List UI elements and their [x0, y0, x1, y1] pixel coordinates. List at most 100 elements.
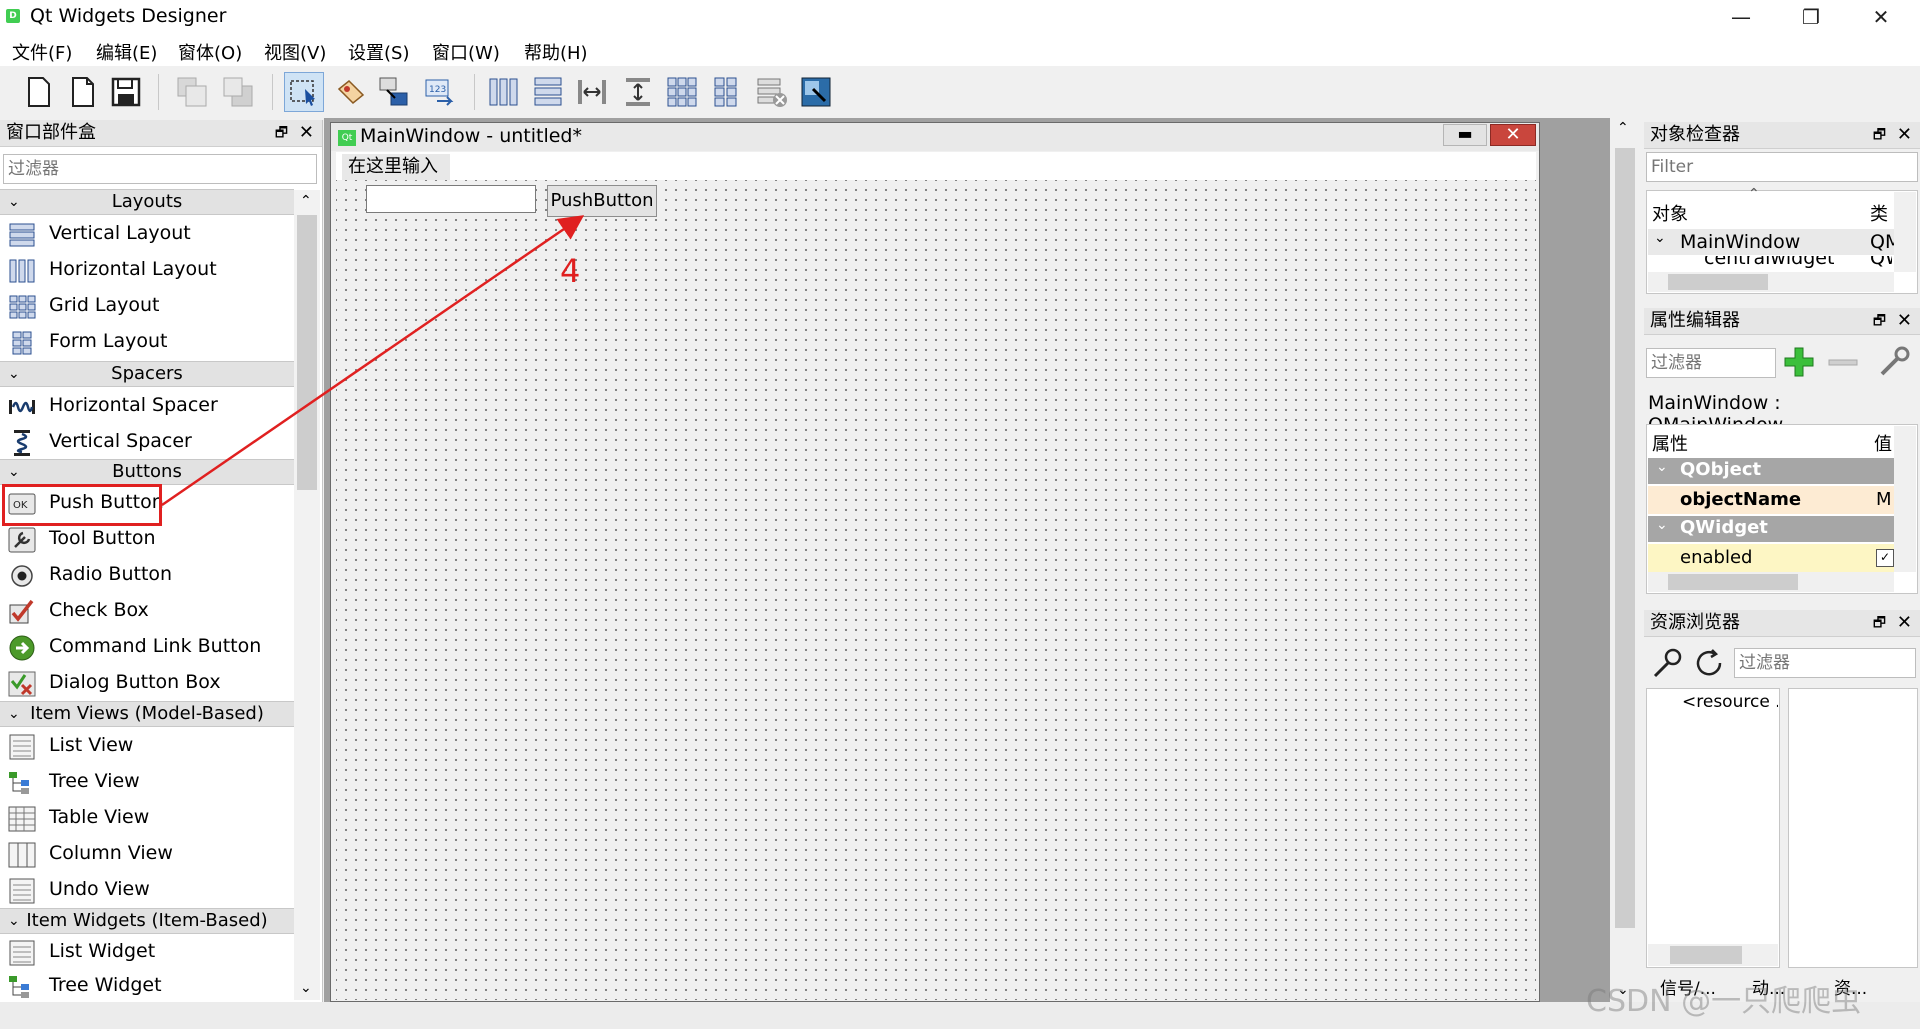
remove-property-button[interactable] [1826, 344, 1860, 380]
menu-settings[interactable]: 设置(S) [342, 37, 415, 67]
minimize-button[interactable]: — [1706, 0, 1776, 34]
object-row-centralwidget[interactable]: centralwidget QW [1648, 256, 1894, 270]
widget-box-scroll-thumb[interactable] [297, 215, 317, 490]
widget-item-command-link-button[interactable]: Command Link Button [0, 629, 294, 665]
object-filter-input[interactable] [1646, 152, 1918, 182]
widget-item-form-layout[interactable]: Form Layout [0, 324, 294, 360]
enabled-checkbox[interactable]: ✓ [1876, 549, 1894, 567]
menu-file[interactable]: 文件(F) [6, 37, 78, 67]
scroll-down-icon[interactable]: ⌄ [300, 980, 312, 996]
widget-box-filter-input[interactable] [3, 154, 317, 184]
resource-filter-input[interactable] [1734, 648, 1916, 678]
open-form-icon[interactable] [62, 72, 102, 112]
property-hscroll-thumb[interactable] [1668, 574, 1798, 590]
layout-h-splitter-icon[interactable] [572, 72, 612, 112]
widget-item-check-box[interactable]: Check Box [0, 593, 294, 629]
form-menu-type-here[interactable]: 在这里输入 [342, 154, 450, 180]
object-tree-hscroll-thumb[interactable] [1668, 274, 1768, 290]
object-column-header[interactable]: 对象 [1652, 200, 1688, 226]
layout-horizontal-icon[interactable] [484, 72, 524, 112]
layout-form-icon[interactable] [706, 72, 746, 112]
widget-item-dialog-button-box[interactable]: Dialog Button Box [0, 665, 294, 701]
value-column-header[interactable]: 值 [1874, 430, 1894, 456]
form-minimize-button[interactable]: ▬ [1443, 124, 1487, 146]
edit-signals-slots-icon[interactable] [330, 72, 370, 112]
property-column-header[interactable]: 属性 [1652, 430, 1688, 456]
property-group-qwidget[interactable]: ⌄ QWidget [1648, 516, 1894, 542]
widget-item-undo-view[interactable]: Undo View [0, 872, 294, 908]
scroll-up-icon[interactable]: ⌃ [1617, 120, 1629, 136]
scroll-up-icon[interactable]: ⌃ [300, 193, 312, 209]
chevron-down-icon: ⌄ [1656, 517, 1668, 533]
mdi-scroll-thumb[interactable] [1615, 148, 1635, 928]
break-layout-icon[interactable] [752, 72, 792, 112]
maximize-button[interactable]: ❐ [1776, 0, 1846, 34]
float-icon[interactable]: 🗗 [1873, 122, 1886, 148]
close-icon[interactable]: ✕ [1897, 610, 1912, 636]
category-item-views[interactable]: ⌄ Item Views (Model-Based) [0, 701, 294, 727]
category-item-widgets[interactable]: ⌄ Item Widgets (Item-Based) [0, 908, 294, 934]
float-icon[interactable]: 🗗 [1873, 610, 1886, 636]
close-icon[interactable]: ✕ [1897, 122, 1912, 148]
widget-item-column-view[interactable]: Column View [0, 836, 294, 872]
object-tree-vscroll[interactable] [1894, 192, 1916, 272]
edit-widgets-icon[interactable] [284, 72, 324, 112]
object-row-mainwindow[interactable]: MainWindow [1680, 231, 1800, 253]
edit-tab-order-icon[interactable]: 123 [420, 72, 460, 112]
menu-edit[interactable]: 编辑(E) [90, 37, 163, 67]
add-property-button[interactable] [1782, 344, 1816, 380]
resource-hscroll-thumb[interactable] [1670, 946, 1742, 964]
widget-item-horizontal-spacer[interactable]: Horizontal Spacer [0, 388, 294, 424]
widget-item-list-view[interactable]: List View [0, 728, 294, 764]
category-buttons[interactable]: ⌄ Buttons [0, 459, 294, 485]
class-column-header[interactable]: 类 [1870, 200, 1888, 226]
menu-window[interactable]: 窗口(W) [426, 37, 506, 67]
edit-resources-button[interactable] [1650, 646, 1684, 680]
bring-to-front-icon[interactable] [218, 72, 258, 112]
widget-item-list-widget[interactable]: List Widget [0, 934, 294, 970]
widget-item-tree-widget[interactable]: Tree Widget [0, 968, 294, 1002]
close-icon[interactable]: ✕ [299, 120, 314, 146]
property-row-objectname[interactable]: objectName M [1648, 486, 1894, 514]
menu-help[interactable]: 帮助(H) [518, 37, 594, 67]
edit-buddies-icon[interactable] [374, 72, 414, 112]
property-group-qobject[interactable]: ⌄ QObject [1648, 458, 1894, 484]
new-form-icon[interactable] [18, 72, 58, 112]
resource-browser-title-bar: 资源浏览器 🗗 ✕ [1644, 610, 1920, 637]
property-vscroll[interactable] [1894, 426, 1916, 572]
chevron-down-icon[interactable]: ⌄ [1654, 230, 1666, 246]
form-canvas[interactable] [336, 180, 1536, 1000]
widget-item-horizontal-layout[interactable]: Horizontal Layout [0, 252, 294, 288]
float-icon[interactable]: 🗗 [1873, 308, 1886, 334]
close-icon[interactable]: ✕ [1897, 308, 1912, 334]
widget-item-tree-view[interactable]: Tree View [0, 764, 294, 800]
save-form-icon[interactable] [106, 72, 146, 112]
layout-grid-icon[interactable] [662, 72, 702, 112]
reload-button[interactable] [1692, 646, 1726, 680]
form-line-edit[interactable] [366, 185, 536, 213]
configure-button[interactable] [1876, 344, 1912, 380]
adjust-size-icon[interactable] [796, 72, 836, 112]
vertical-layout-icon [9, 223, 35, 247]
form-close-button[interactable]: ✕ [1490, 124, 1536, 146]
tool-button-icon [8, 527, 36, 553]
menu-view[interactable]: 视图(V) [258, 37, 332, 67]
layout-vertical-icon[interactable] [528, 72, 568, 112]
resource-root-item[interactable]: <resource . [1682, 692, 1778, 712]
form-push-button[interactable]: PushButton [547, 185, 657, 217]
send-to-back-icon[interactable] [172, 72, 212, 112]
widget-item-vertical-spacer[interactable]: Vertical Spacer [0, 424, 294, 460]
widget-item-grid-layout[interactable]: Grid Layout [0, 288, 294, 324]
widget-item-table-view[interactable]: Table View [0, 800, 294, 836]
property-filter-input[interactable] [1646, 348, 1776, 378]
widget-item-vertical-layout[interactable]: Vertical Layout [0, 216, 294, 252]
menu-form[interactable]: 窗体(O) [172, 37, 248, 67]
category-spacers[interactable]: ⌄ Spacers [0, 361, 294, 387]
widget-item-tool-button[interactable]: Tool Button [0, 521, 294, 557]
layout-v-splitter-icon[interactable] [618, 72, 658, 112]
category-layouts[interactable]: ⌄ Layouts [0, 189, 294, 215]
close-button[interactable]: ✕ [1846, 0, 1916, 34]
widget-item-radio-button[interactable]: Radio Button [0, 557, 294, 593]
property-row-enabled[interactable]: enabled ✓ [1648, 544, 1894, 572]
float-icon[interactable]: 🗗 [275, 120, 288, 146]
